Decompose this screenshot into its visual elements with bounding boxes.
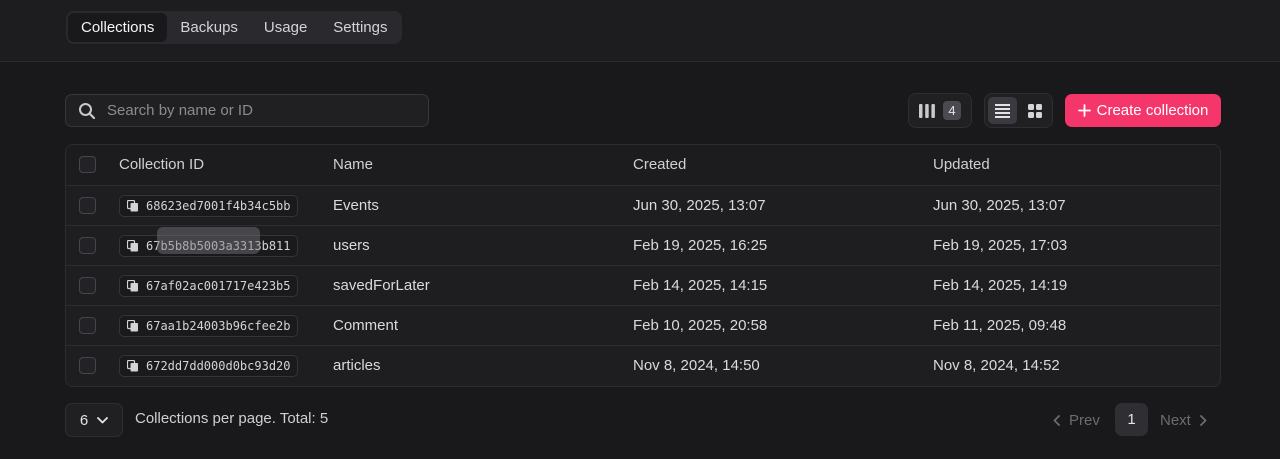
collection-id-chip[interactable]: 68623ed7001f4b34c5bb [119,195,298,217]
header-created[interactable]: Created [633,145,686,185]
search-icon [79,102,96,119]
header-updated[interactable]: Updated [933,145,990,185]
copy-icon [127,280,138,292]
copy-icon [127,200,138,212]
updated-date: Jun 30, 2025, 13:07 [933,197,1066,214]
select-all-checkbox[interactable] [79,156,96,173]
tab-collections[interactable]: Collections [68,13,168,42]
section-tabs: Collections Backups Usage Settings [66,11,403,44]
collection-name: articles [333,357,381,374]
collection-id: 68623ed7001f4b34c5bb [146,199,291,213]
created-date: Feb 19, 2025, 16:25 [633,237,768,254]
collections-table: Collection ID Name Created Updated 68623… [65,144,1221,387]
grid-icon [1027,103,1042,118]
updated-date: Feb 19, 2025, 17:03 [933,237,1068,254]
collection-name: Events [333,197,379,214]
collection-id-chip[interactable]: 67af02ac001717e423b5 [119,275,298,297]
tab-usage[interactable]: Usage [251,13,320,42]
row-checkbox[interactable] [79,317,96,334]
copy-icon [127,320,138,332]
copy-icon [127,360,138,372]
row-checkbox[interactable] [79,277,96,294]
table-header-row: Collection ID Name Created Updated [66,145,1220,185]
grid-view-button[interactable] [1020,97,1049,124]
per-page-value: 6 [79,411,89,429]
row-checkbox[interactable] [79,237,96,254]
chevron-down-icon [97,416,109,423]
created-date: Jun 30, 2025, 13:07 [633,197,766,214]
created-date: Feb 10, 2025, 20:58 [633,317,768,334]
header-name[interactable]: Name [333,145,373,185]
collection-name: savedForLater [333,277,430,294]
search-box[interactable] [65,94,429,127]
chevron-left-icon [1053,414,1060,426]
prev-page-button[interactable]: Prev [1053,403,1100,437]
collection-id-chip[interactable]: 672dd7dd000d0bc93d20 [119,355,298,377]
page-1-button[interactable]: 1 [1115,403,1148,436]
next-page-button[interactable]: Next [1160,403,1207,437]
row-checkbox[interactable] [79,357,96,374]
plus-icon [1077,104,1091,117]
copy-icon [127,240,138,252]
chevron-right-icon [1199,414,1207,426]
collection-id: 672dd7dd000d0bc93d20 [146,359,291,373]
updated-date: Feb 11, 2025, 09:48 [933,317,1067,334]
next-label: Next [1160,411,1191,429]
collection-id-chip[interactable]: 67aa1b24003b96cfee2b [119,315,298,337]
collection-name: Comment [333,317,399,334]
columns-button[interactable]: 4 [908,93,972,128]
table-row[interactable]: 67aa1b24003b96cfee2b Comment Feb 10, 202… [66,305,1220,345]
create-collection-label: Create collection [1096,102,1209,119]
collection-id: 67aa1b24003b96cfee2b [146,319,291,333]
created-date: Feb 14, 2025, 14:15 [633,277,768,294]
columns-icon [919,103,936,118]
tab-backups[interactable]: Backups [167,13,251,42]
list-view-button[interactable] [988,97,1017,124]
prev-label: Prev [1069,411,1100,429]
table-row[interactable]: 672dd7dd000d0bc93d20 articles Nov 8, 202… [66,345,1220,385]
collection-name: users [333,237,370,254]
copy-tooltip [157,227,260,254]
updated-date: Nov 8, 2024, 14:52 [933,357,1060,374]
table-row[interactable]: 68623ed7001f4b34c5bb Events Jun 30, 2025… [66,185,1220,225]
per-page-label: Collections per page. Total: 5 [135,410,329,427]
tab-settings[interactable]: Settings [320,13,400,42]
row-checkbox[interactable] [79,197,96,214]
top-bar: Collections Backups Usage Settings [0,0,1280,62]
header-collection-id[interactable]: Collection ID [119,145,204,185]
search-input[interactable] [107,102,407,119]
create-collection-button[interactable]: Create collection [1065,94,1221,127]
table-row[interactable]: 67af02ac001717e423b5 savedForLater Feb 1… [66,265,1220,305]
column-count-badge: 4 [943,101,961,120]
per-page-select[interactable]: 6 [65,403,123,437]
created-date: Nov 8, 2024, 14:50 [633,357,760,374]
list-icon [995,103,1010,118]
updated-date: Feb 14, 2025, 14:19 [933,277,1068,294]
collection-id: 67af02ac001717e423b5 [146,279,291,293]
view-toggle [984,93,1053,128]
